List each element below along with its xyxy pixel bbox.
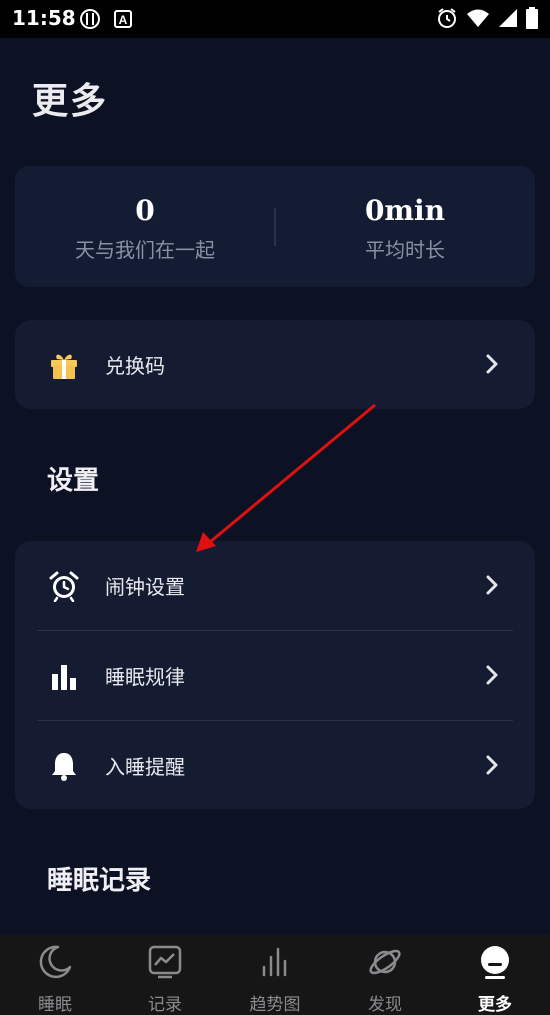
alarm-status-icon xyxy=(438,8,456,28)
settings-card: 闹钟设置 睡眠规律 入睡提醒 xyxy=(15,541,535,809)
planet-icon xyxy=(369,949,401,975)
sleep-pattern-label: 睡眠规律 xyxy=(105,665,185,689)
trend-bars-icon xyxy=(262,947,287,977)
chevron-right-icon xyxy=(486,755,498,775)
battery-icon xyxy=(526,7,538,29)
tab-trend[interactable]: 趋势图 xyxy=(220,935,330,1015)
sleep-records-section-title: 睡眠记录 xyxy=(47,866,152,896)
tab-more[interactable]: 更多 xyxy=(440,935,550,1015)
page-title: 更多 xyxy=(32,81,109,122)
alarm-clock-icon xyxy=(49,571,79,602)
bell-icon xyxy=(52,753,76,781)
average-value: 0min xyxy=(364,194,446,227)
tab-label: 趋势图 xyxy=(249,995,301,1015)
tab-sleep[interactable]: 睡眠 xyxy=(0,935,110,1015)
days-together-stat: 0 天与我们在一起 xyxy=(15,194,275,263)
more-profile-icon xyxy=(481,946,509,979)
stats-card: 0 天与我们在一起 0min 平均时长 xyxy=(15,166,535,287)
alarm-settings-label: 闹钟设置 xyxy=(105,575,185,599)
redeem-code-row[interactable]: 兑换码 xyxy=(15,320,535,409)
average-label: 平均时长 xyxy=(365,238,445,262)
tab-discover[interactable]: 发现 xyxy=(330,935,440,1015)
tab-record[interactable]: 记录 xyxy=(110,935,220,1015)
days-label: 天与我们在一起 xyxy=(75,238,215,262)
moon-icon xyxy=(39,945,72,979)
settings-item-alarm[interactable]: 闹钟设置 xyxy=(15,541,535,630)
chart-record-icon xyxy=(148,945,182,979)
svg-text:A: A xyxy=(119,13,128,27)
restaurant-icon xyxy=(80,9,100,29)
redeem-code-label: 兑换码 xyxy=(105,354,165,378)
days-value: 0 xyxy=(135,194,155,227)
tab-label: 更多 xyxy=(478,995,512,1015)
tab-label: 记录 xyxy=(148,995,182,1015)
tab-label: 发现 xyxy=(368,995,402,1015)
signal-icon xyxy=(499,9,517,27)
chevron-right-icon xyxy=(486,665,498,685)
bottom-tab-bar: 睡眠 记录 趋势图 发现 更多 xyxy=(0,935,550,1015)
wifi-icon xyxy=(467,9,489,27)
sleep-reminder-label: 入睡提醒 xyxy=(105,755,185,779)
chevron-right-icon xyxy=(486,575,498,595)
settings-item-sleep-pattern[interactable]: 睡眠规律 xyxy=(15,631,535,720)
settings-section-title: 设置 xyxy=(47,466,100,496)
chevron-right-icon xyxy=(486,354,498,374)
average-duration-stat: 0min 平均时长 xyxy=(275,194,535,263)
bar-chart-icon xyxy=(52,665,76,690)
status-bar: 11:58 A xyxy=(0,0,550,38)
gift-icon xyxy=(51,354,77,379)
settings-item-sleep-reminder[interactable]: 入睡提醒 xyxy=(15,721,535,810)
app-a-icon: A xyxy=(114,10,132,28)
status-time: 11:58 xyxy=(12,6,76,30)
tab-label: 睡眠 xyxy=(38,995,72,1015)
redeem-code-card[interactable]: 兑换码 xyxy=(15,320,535,409)
